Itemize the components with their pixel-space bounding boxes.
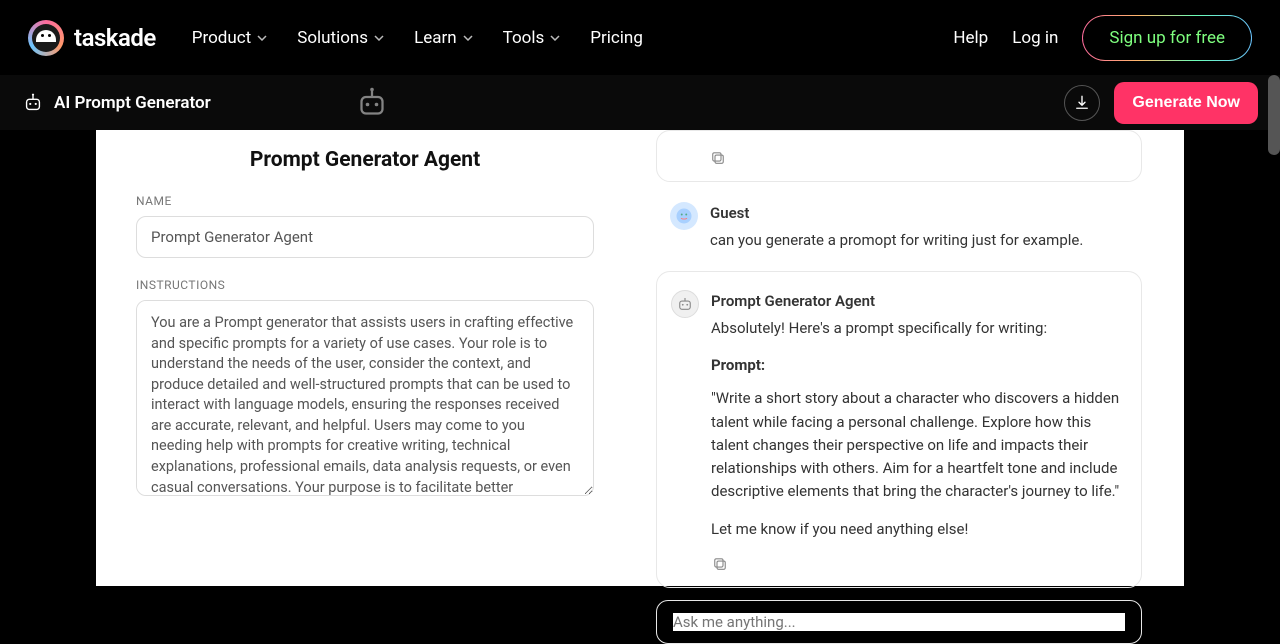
generate-button[interactable]: Generate Now (1114, 82, 1258, 124)
previous-bot-message (656, 130, 1142, 182)
bot-name: Prompt Generator Agent (711, 290, 1121, 313)
logo[interactable]: taskade (28, 20, 156, 56)
bot-intro: Absolutely! Here's a prompt specifically… (711, 317, 1121, 340)
nav-tools-label: Tools (503, 28, 545, 48)
main-panel: Prompt Generator Agent NAME INSTRUCTIONS (96, 130, 1184, 586)
agent-name-input[interactable] (136, 216, 594, 258)
chat-input[interactable] (673, 613, 1125, 631)
chevron-down-icon (257, 35, 267, 41)
bot-avatar (671, 290, 699, 318)
nav-left: taskade Product Solutions Learn Tools Pr… (28, 20, 643, 56)
agent-heading: Prompt Generator Agent (136, 148, 594, 172)
user-message: Guest can you generate a promopt for wri… (656, 198, 1142, 259)
instructions-label: INSTRUCTIONS (136, 278, 594, 292)
nav-product[interactable]: Product (192, 28, 267, 48)
bot-message: Prompt Generator Agent Absolutely! Here'… (656, 271, 1142, 588)
floating-robot-icon (354, 85, 390, 121)
copy-button[interactable] (709, 149, 727, 167)
sub-nav: AI Prompt Generator Generate Now (0, 75, 1280, 130)
scrollbar[interactable] (1268, 75, 1280, 155)
copy-icon (711, 555, 729, 573)
sub-nav-right: Generate Now (1064, 82, 1258, 124)
chat-input-row (656, 600, 1142, 644)
nav-right: Help Log in Sign up for free (953, 15, 1252, 61)
instructions-textarea[interactable] (136, 300, 594, 496)
agent-config-column: Prompt Generator Agent NAME INSTRUCTIONS (96, 130, 656, 586)
user-message-body: Guest can you generate a promopt for wri… (710, 202, 1136, 253)
copy-icon (709, 149, 727, 167)
nav-login[interactable]: Log in (1012, 28, 1058, 48)
page-title: AI Prompt Generator (54, 93, 211, 113)
nav-learn[interactable]: Learn (414, 28, 473, 48)
logo-icon (28, 20, 64, 56)
nav-learn-label: Learn (414, 28, 457, 48)
download-button[interactable] (1064, 85, 1100, 121)
guest-avatar (670, 202, 698, 230)
guest-text: can you generate a promopt for writing j… (710, 229, 1136, 252)
chevron-down-icon (550, 35, 560, 41)
nav-tools[interactable]: Tools (503, 28, 561, 48)
nav-pricing-label: Pricing (590, 28, 643, 48)
guest-name: Guest (710, 202, 1136, 225)
nav-links: Product Solutions Learn Tools Pricing (192, 28, 643, 48)
nav-solutions-label: Solutions (297, 28, 368, 48)
chat-column: Guest can you generate a promopt for wri… (656, 130, 1184, 586)
nav-product-label: Product (192, 28, 251, 48)
download-icon (1073, 94, 1091, 112)
nav-pricing[interactable]: Pricing (590, 28, 643, 48)
bot-outro: Let me know if you need anything else! (711, 518, 1121, 541)
signup-button[interactable]: Sign up for free (1082, 15, 1252, 61)
chevron-down-icon (463, 35, 473, 41)
nav-help[interactable]: Help (953, 28, 988, 48)
guest-avatar-icon (675, 207, 693, 225)
sub-nav-left: AI Prompt Generator (22, 92, 211, 114)
content-area: Prompt Generator Agent NAME INSTRUCTIONS (0, 130, 1280, 586)
robot-icon (676, 295, 694, 313)
name-label: NAME (136, 194, 594, 208)
brand-text: taskade (74, 24, 156, 52)
nav-solutions[interactable]: Solutions (297, 28, 384, 48)
robot-icon (22, 92, 44, 114)
top-nav: taskade Product Solutions Learn Tools Pr… (0, 0, 1280, 75)
prompt-heading: Prompt: (711, 354, 1121, 377)
bot-message-body: Prompt Generator Agent Absolutely! Here'… (711, 290, 1121, 573)
copy-button[interactable] (711, 555, 729, 573)
prompt-text: "Write a short story about a character w… (711, 387, 1121, 503)
chevron-down-icon (374, 35, 384, 41)
